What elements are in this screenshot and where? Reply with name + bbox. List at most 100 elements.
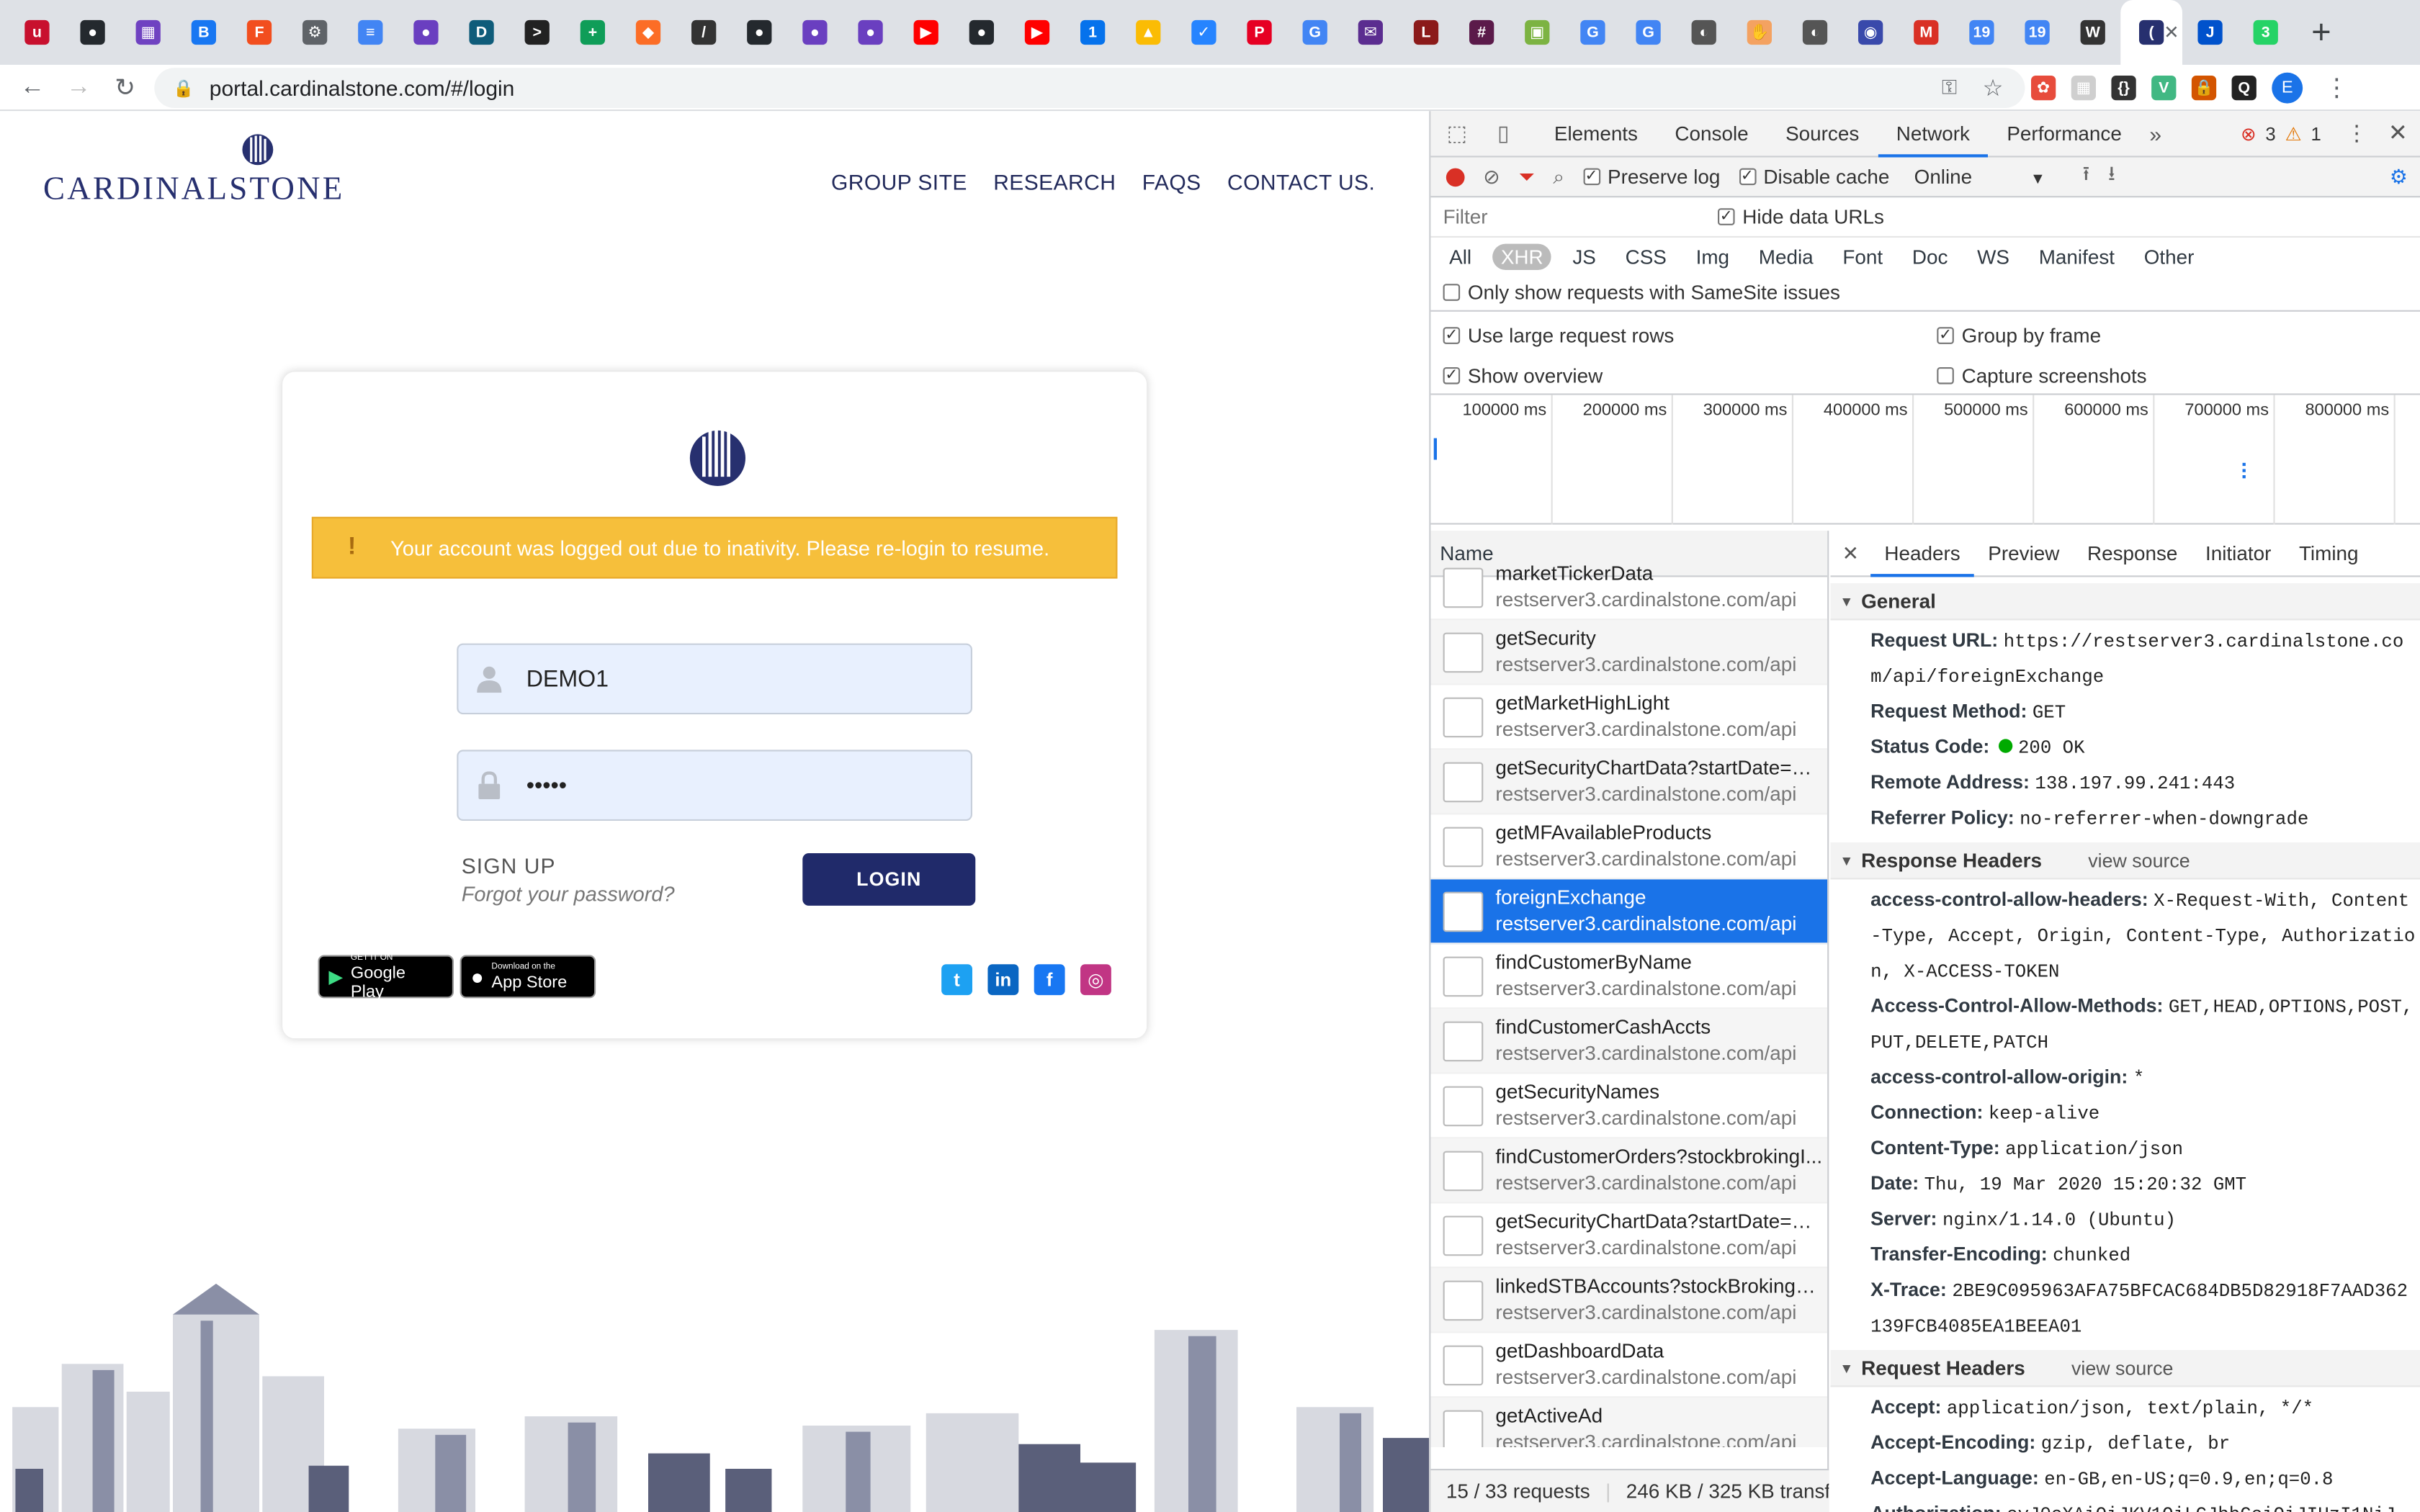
import-har-icon[interactable]: ⭱ [2082, 160, 2089, 194]
throttling-select[interactable]: Online ▼ [1914, 165, 2045, 188]
browser-tab[interactable]: L [1398, 0, 1453, 65]
response-headers-section-header[interactable]: ▼ Response Headers view source [1830, 842, 2420, 880]
capture-screenshots-checkbox[interactable]: Capture screenshots [1937, 364, 2147, 387]
login-button[interactable]: LOGIN [802, 853, 976, 906]
search-ext-icon[interactable]: Q [2231, 76, 2257, 101]
preserve-log-checkbox[interactable]: ✓ Preserve log [1582, 165, 1720, 188]
inspect-element-icon[interactable]: ⬚ [1434, 120, 1480, 146]
bookmark-star-icon[interactable]: ☆ [1983, 74, 2004, 102]
devtools-menu-icon[interactable]: ⋮ [2346, 120, 2367, 146]
tab-response[interactable]: Response [2074, 531, 2192, 576]
close-tab-icon[interactable]: ✕ [2164, 22, 2179, 43]
browser-tab[interactable]: ● [732, 0, 787, 65]
extension-grey-icon[interactable]: ▦ [2071, 76, 2096, 101]
export-har-icon[interactable]: ⭳ [2108, 160, 2115, 194]
browser-tab[interactable]: ● [65, 0, 120, 65]
show-overview-checkbox[interactable]: ✓ Show overview [1443, 364, 1603, 387]
close-details-icon[interactable]: ✕ [1830, 541, 1870, 565]
type-filter-doc[interactable]: Doc [1904, 243, 1955, 269]
view-source-link[interactable]: view source [2088, 850, 2190, 871]
browser-tab[interactable]: ▣ [1510, 0, 1565, 65]
reload-icon[interactable]: ↻ [102, 72, 148, 103]
forgot-password-link[interactable]: Forgot your password? [462, 883, 675, 906]
type-filter-manifest[interactable]: Manifest [2031, 243, 2123, 269]
new-tab-icon[interactable]: + [2293, 12, 2349, 53]
large-rows-checkbox[interactable]: ✓ Use large request rows [1443, 324, 1674, 347]
type-filter-ws[interactable]: WS [1969, 243, 2017, 269]
password-field[interactable]: ••••• [457, 750, 972, 821]
request-headers-section-header[interactable]: ▼ Request Headers view source [1830, 1350, 2420, 1387]
disable-cache-checkbox[interactable]: ✓ Disable cache [1739, 165, 1889, 188]
browser-tab[interactable]: G [1565, 0, 1621, 65]
profile-avatar[interactable]: E [2272, 72, 2303, 104]
browser-tab[interactable]: ⚙ [287, 0, 343, 65]
vue-icon[interactable]: V [2151, 76, 2177, 101]
tab-console[interactable]: Console [1657, 110, 1767, 156]
nav-group-site[interactable]: GROUP SITE [831, 170, 967, 194]
tab-preview[interactable]: Preview [1974, 531, 2074, 576]
tab-network[interactable]: Network [1878, 110, 1989, 157]
browser-tab[interactable]: # [1454, 0, 1510, 65]
request-row[interactable]: findCustomerOrders?stockbrokingI... rests… [1430, 1138, 1828, 1204]
forward-icon[interactable]: → [55, 73, 102, 102]
search-icon[interactable]: ⌕ [1553, 164, 1564, 189]
request-row[interactable]: getSecurityChartData?startDate=20... rest… [1430, 1203, 1828, 1269]
type-filter-media[interactable]: Media [1751, 243, 1821, 269]
lock-red-icon[interactable]: 🔒 [2191, 76, 2217, 101]
network-settings-gear-icon[interactable]: ⚙ [2390, 164, 2408, 189]
browser-tab[interactable]: J [2182, 0, 2238, 65]
general-section-header[interactable]: ▼ General [1830, 583, 2420, 621]
request-row[interactable]: getSecurityChartData?startDate=20... rest… [1430, 750, 1828, 815]
type-filter-other[interactable]: Other [2136, 243, 2202, 269]
group-by-frame-checkbox[interactable]: ✓ Group by frame [1937, 324, 2101, 347]
browser-tab[interactable]: ≡ [343, 0, 398, 65]
extension-red-icon[interactable]: ✿ [2031, 76, 2056, 101]
browser-tab[interactable]: ◆ [620, 0, 676, 65]
tab-initiator[interactable]: Initiator [2192, 531, 2285, 576]
device-toolbar-icon[interactable]: ▯ [1480, 120, 1526, 146]
tab-sources[interactable]: Sources [1767, 110, 1878, 156]
browser-tab[interactable]: + [565, 0, 620, 65]
close-devtools-icon[interactable]: ✕ [2388, 119, 2408, 146]
username-field[interactable]: DEMO1 [457, 643, 972, 715]
request-row[interactable]: getSecurity restserver3.cardinalstone.com… [1430, 620, 1828, 685]
request-row[interactable]: findCustomerByName restserver3.cardinalst… [1430, 944, 1828, 1009]
signup-link[interactable]: SIGN UP [462, 853, 556, 878]
more-tabs-icon[interactable]: » [2141, 121, 2171, 145]
browser-tab[interactable]: G [1287, 0, 1343, 65]
back-icon[interactable]: ← [9, 73, 55, 102]
nav-contact-us[interactable]: CONTACT US. [1227, 170, 1375, 194]
tab-headers[interactable]: Headers [1870, 531, 1975, 577]
request-row[interactable]: linkedSTBAccounts?stockBrokingC... restse… [1430, 1268, 1828, 1333]
request-row[interactable]: marketTickerData restserver3.cardinalston… [1430, 555, 1828, 621]
google-play-badge[interactable]: ▶ GET IT ON Google Play [318, 953, 454, 1001]
type-filter-img[interactable]: Img [1688, 243, 1737, 269]
browser-tab[interactable]: > [509, 0, 565, 65]
browser-tab[interactable]: ▲ [1121, 0, 1176, 65]
browser-tab[interactable]: u [9, 0, 65, 65]
browser-tab[interactable]: ✉ [1343, 0, 1398, 65]
request-row[interactable]: findCustomerCashAccts restserver3.cardina… [1430, 1009, 1828, 1074]
browser-tab[interactable]: ▶ [1009, 0, 1065, 65]
request-row[interactable]: getActiveAd restserver3.cardinalstone.com… [1430, 1398, 1828, 1447]
view-source-link[interactable]: view source [2071, 1357, 2173, 1379]
tab-timing[interactable]: Timing [2285, 531, 2372, 576]
request-row[interactable]: foreignExchange restserver3.cardinalstone… [1430, 879, 1828, 945]
clear-icon[interactable]: ⊘ [1483, 164, 1500, 189]
type-filter-css[interactable]: CSS [1618, 243, 1675, 269]
browser-tab[interactable]: G [1621, 0, 1676, 65]
browser-tab[interactable]: ● [843, 0, 898, 65]
browser-tab[interactable]: W [2065, 0, 2120, 65]
app-store-badge[interactable]: ● Download on the App Store [460, 955, 596, 999]
browser-tab[interactable]: P [1232, 0, 1287, 65]
browser-tab[interactable]: 19 [2009, 0, 2065, 65]
json-icon[interactable]: {} [2111, 76, 2136, 101]
chrome-menu-icon[interactable]: ⋮ [2324, 73, 2349, 104]
browser-tab[interactable]: ● [787, 0, 843, 65]
browser-tab[interactable]: B [176, 0, 231, 65]
browser-tab[interactable]: F [231, 0, 287, 65]
browser-tab[interactable]: ◉ [1843, 0, 1899, 65]
browser-tab[interactable]: ● [954, 0, 1009, 65]
nav-research[interactable]: RESEARCH [993, 170, 1116, 194]
address-bar[interactable]: 🔒 portal.cardinalstone.com/#/login ⚿ ☆ [154, 68, 2025, 108]
